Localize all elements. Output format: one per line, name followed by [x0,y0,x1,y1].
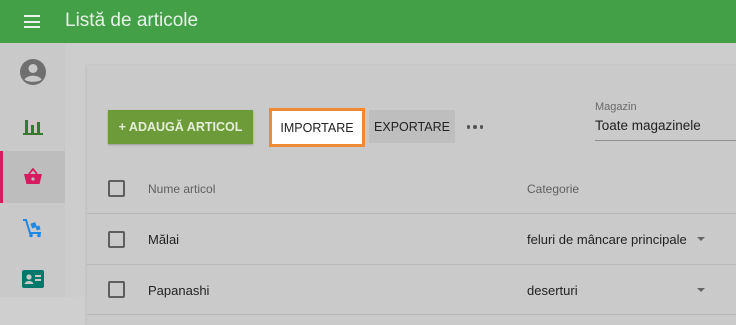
main-content: + ADAUGĂ ARTICOL IMPORTARE EXPORTARE Mag… [65,43,736,325]
store-filter-underline [595,140,736,141]
sidebar-item-reports[interactable] [0,100,65,152]
more-horizontal-icon[interactable] [465,117,485,137]
item-category-select[interactable]: feluri de mâncare principale [527,232,687,247]
store-filter-select[interactable]: Toate magazinele [595,118,701,133]
item-name: Papanashi [148,283,210,298]
top-app-bar: Listă de articole [0,0,736,43]
row-divider [87,213,736,214]
row-checkbox[interactable] [108,231,125,248]
column-header-category: Categorie [527,182,580,196]
store-filter-label: Magazin [595,101,637,113]
menu-icon[interactable] [24,15,40,28]
export-button[interactable]: EXPORTARE [369,110,455,143]
sidebar [0,43,66,297]
row-checkbox[interactable] [108,281,125,298]
row-divider [87,314,736,315]
item-name: Mălai [148,232,180,247]
select-all-checkbox[interactable] [108,180,125,197]
chevron-down-icon[interactable] [697,288,705,292]
inventory-cart-icon [22,219,41,238]
sidebar-item-inventory[interactable] [0,202,65,254]
sidebar-item-account[interactable] [0,46,65,98]
contact-card-icon [21,270,44,288]
sidebar-item-customers[interactable] [0,253,65,305]
items-card: + ADAUGĂ ARTICOL IMPORTARE EXPORTARE Mag… [87,65,736,325]
column-header-name[interactable]: Nume articol [148,182,215,196]
account-circle-icon [19,59,46,85]
sidebar-item-items[interactable] [0,151,65,203]
chevron-down-icon[interactable] [697,237,705,241]
basket-icon [23,168,42,184]
import-button[interactable]: IMPORTARE [269,108,365,147]
page-title: Listă de articole [65,10,199,31]
bar-chart-icon [22,120,43,135]
item-category-select[interactable]: deserturi [527,283,578,298]
row-divider [87,264,736,265]
add-item-button[interactable]: + ADAUGĂ ARTICOL [108,110,253,144]
